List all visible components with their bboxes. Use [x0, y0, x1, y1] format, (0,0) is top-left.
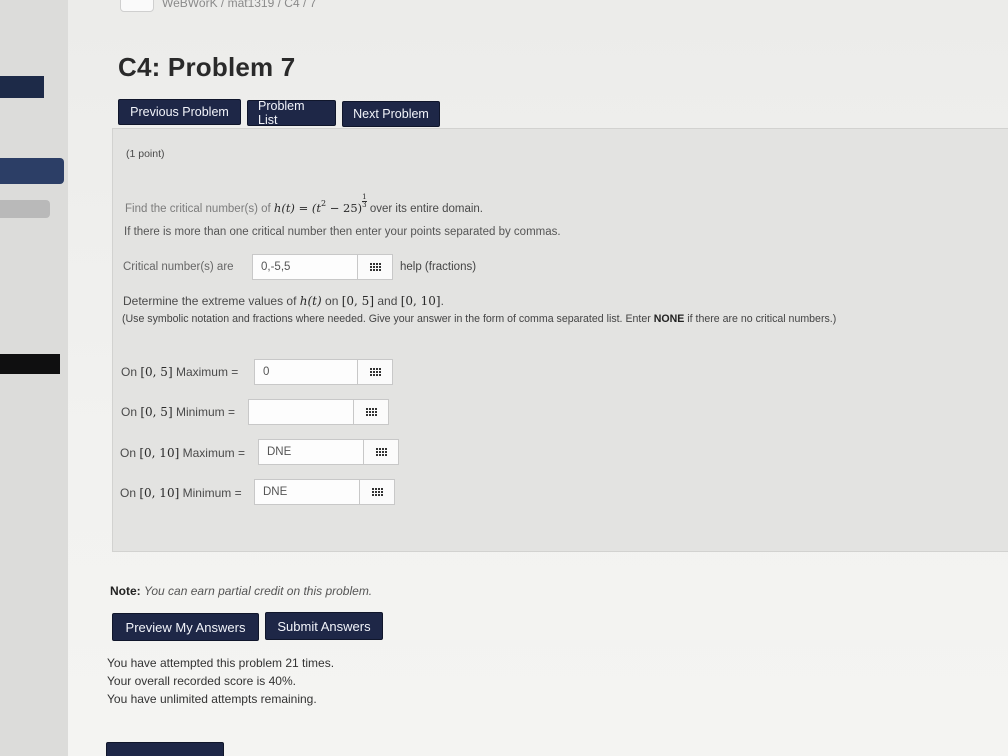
q2-note: (Use symbolic notation and fractions whe… — [122, 313, 836, 325]
problem-list-button[interactable]: Problem List — [247, 99, 336, 127]
points-label: (1 point) — [126, 148, 165, 160]
min-0-5-input[interactable] — [248, 399, 354, 425]
equation-editor-button[interactable] — [353, 399, 389, 425]
q1-equals: = — [294, 201, 312, 215]
answer-row-label: On [0, 5] Minimum = — [121, 405, 235, 419]
equation-editor-button[interactable] — [357, 254, 393, 280]
q2-and: and — [377, 294, 398, 308]
preview-answers-button[interactable]: Preview My Answers — [112, 613, 259, 641]
q2-interval-2: [0, 10] — [400, 294, 441, 308]
q2-note-bold: NONE — [653, 313, 685, 325]
q1-suffix: over its entire domain. — [369, 203, 483, 215]
q2-function: h(t) — [299, 294, 322, 308]
page-title: C4: Problem 7 — [118, 52, 296, 82]
note-label: Note: — [110, 584, 141, 598]
max-0-10-input[interactable]: DNE — [258, 439, 364, 465]
grid-icon — [371, 488, 383, 496]
equation-editor-button[interactable] — [357, 359, 393, 385]
q1-frac-den: 3 — [362, 201, 367, 209]
sidebar-block[interactable] — [0, 354, 60, 374]
q1-minus: − 25) — [326, 201, 363, 215]
grid-icon — [369, 263, 381, 271]
q2-prefix: Determine the extreme values of — [123, 294, 297, 308]
answer-on: On — [121, 405, 138, 419]
next-problem-button[interactable]: Next Problem — [342, 101, 440, 127]
grid-icon — [365, 408, 377, 416]
sidebar-block[interactable] — [0, 76, 44, 98]
q2-interval-1: [0, 5] — [341, 294, 374, 308]
q1-frac-num: 1 — [362, 193, 367, 201]
attempts-text: You have attempted this problem 21 times… — [107, 656, 335, 670]
back-button[interactable] — [120, 0, 154, 12]
answer-on: On — [121, 365, 138, 379]
equation-editor-button[interactable] — [359, 479, 395, 505]
breadcrumb[interactable]: WeBWorK / mat1319 / C4 / 7 — [162, 0, 316, 10]
q1-instructions: If there is more than one critical numbe… — [124, 226, 561, 238]
problem-box — [112, 128, 1008, 552]
submit-answers-button[interactable]: Submit Answers — [265, 612, 383, 640]
answer-interval: [0, 10] — [139, 446, 180, 460]
answer-interval: [0, 5] — [140, 365, 173, 379]
answer-row-label: On [0, 10] Minimum = — [120, 486, 242, 500]
grid-icon — [375, 448, 387, 456]
left-sidebar — [0, 0, 68, 756]
answer-kind: Maximum = — [175, 365, 239, 379]
answer-kind: Minimum = — [182, 486, 242, 500]
q1-function: h(t) — [273, 201, 295, 215]
partial-credit-note: Note: You can earn partial credit on thi… — [110, 584, 372, 598]
q2-note-post: if there are no critical numbers.) — [687, 313, 837, 325]
q1-prefix: Find the critical number(s) of — [125, 203, 271, 215]
q1-fraction: 13 — [362, 193, 367, 209]
grid-icon — [369, 368, 381, 376]
answer-interval: [0, 5] — [140, 405, 173, 419]
question-1: Find the critical number(s) of h(t) = (t… — [125, 193, 483, 216]
min-0-10-input[interactable]: DNE — [254, 479, 360, 505]
bottom-button[interactable] — [106, 742, 224, 756]
previous-problem-button[interactable]: Previous Problem — [118, 99, 241, 125]
score-text: Your overall recorded score is 40%. — [107, 674, 296, 688]
sidebar-block[interactable] — [0, 158, 64, 184]
answer-kind: Maximum = — [182, 446, 245, 460]
q2-note-pre: (Use symbolic notation and fractions whe… — [122, 313, 651, 325]
answer-interval: [0, 10] — [139, 486, 180, 500]
answer-row-label: On [0, 5] Maximum = — [121, 365, 238, 379]
answer-kind: Minimum = — [175, 405, 235, 419]
sidebar-block[interactable] — [0, 200, 50, 218]
q2-period: . — [440, 294, 444, 308]
note-text: You can earn partial credit on this prob… — [144, 584, 373, 598]
answer-on: On — [120, 486, 137, 500]
equation-editor-button[interactable] — [363, 439, 399, 465]
answer-row-label: On [0, 10] Maximum = — [120, 446, 245, 460]
critical-label: Critical number(s) are — [123, 261, 234, 273]
remaining-text: You have unlimited attempts remaining. — [107, 692, 317, 706]
q2-on: on — [325, 294, 339, 308]
max-0-5-input[interactable]: 0 — [254, 359, 358, 385]
q1-base: (t — [311, 201, 321, 215]
help-fractions-link[interactable]: help (fractions) — [400, 261, 476, 273]
critical-numbers-input[interactable]: 0,-5,5 — [252, 254, 358, 280]
question-2: Determine the extreme values of h(t) on … — [123, 294, 444, 308]
answer-on: On — [120, 446, 137, 460]
